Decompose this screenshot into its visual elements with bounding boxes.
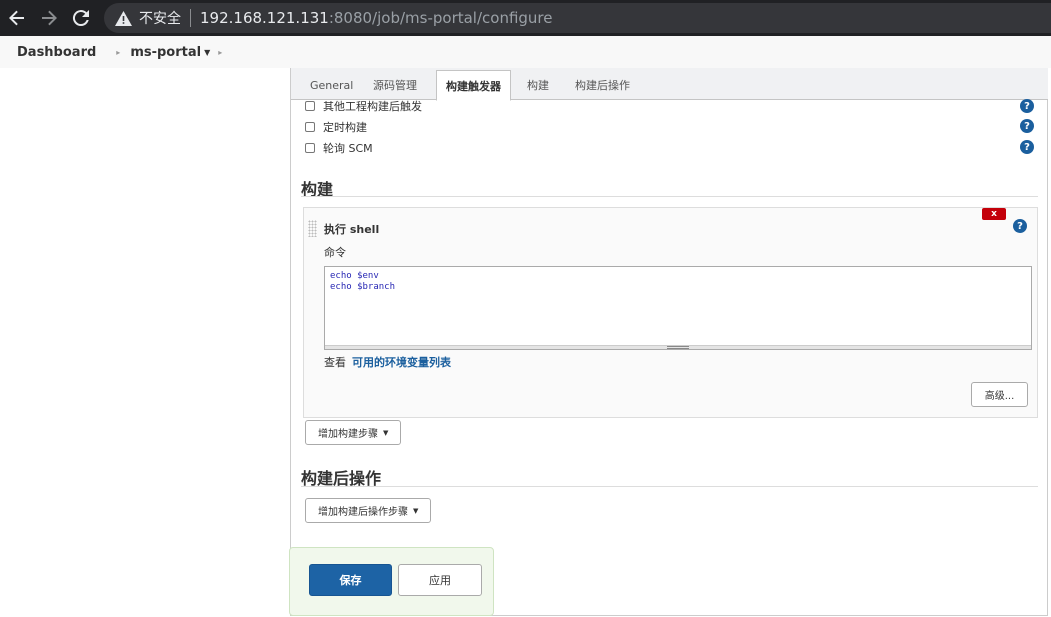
command-text[interactable]: echo $env echo $branch xyxy=(330,271,395,293)
drag-handle-icon[interactable] xyxy=(308,220,317,237)
chevron-down-icon[interactable]: ▼ xyxy=(204,48,210,57)
section-divider xyxy=(301,486,1038,487)
help-icon[interactable]: ? xyxy=(1020,99,1034,113)
trigger-label: 轮询 SCM xyxy=(323,142,373,155)
warning-icon xyxy=(115,10,133,26)
checkbox-poll-scm[interactable] xyxy=(305,143,315,153)
forward-icon[interactable] xyxy=(34,3,64,33)
omnibox-divider xyxy=(190,9,191,27)
build-step-shell: 执行 shell x ? 命令 echo $env echo $branch 查… xyxy=(303,207,1038,418)
textarea-resize-handle[interactable] xyxy=(325,345,1031,349)
trigger-scheduled-build: 定时构建 xyxy=(305,119,367,135)
help-icon[interactable]: ? xyxy=(1020,140,1034,154)
checkbox-scheduled-build[interactable] xyxy=(305,122,315,132)
tab-build-triggers[interactable]: 构建触发器 xyxy=(436,70,511,101)
address-bar[interactable]: 不安全 192.168.121.131:8080/job/ms-portal/c… xyxy=(104,3,1051,33)
help-icon[interactable]: ? xyxy=(1020,119,1034,133)
add-build-step-label: 增加构建步骤 xyxy=(318,429,378,440)
command-label: 命令 xyxy=(324,246,346,259)
reload-icon[interactable] xyxy=(66,3,96,33)
apply-button[interactable]: 应用 xyxy=(398,564,482,596)
form-actions: 保存 应用 xyxy=(289,547,494,616)
breadcrumb: Dashboard ▸ ms-portal ▼ ▸ xyxy=(0,36,1051,68)
breadcrumb-separator-icon: ▸ xyxy=(218,47,223,57)
tab-general[interactable]: General xyxy=(301,70,362,100)
env-vars-link[interactable]: 可用的环境变量列表 xyxy=(352,356,451,369)
tab-scm[interactable]: 源码管理 xyxy=(364,70,426,100)
trigger-label: 定时构建 xyxy=(323,121,367,134)
breadcrumb-separator-icon: ▸ xyxy=(116,47,121,57)
chevron-down-icon: ▼ xyxy=(383,428,389,437)
trigger-label: 其他工程构建后触发 xyxy=(323,100,422,113)
build-step-title: 执行 shell xyxy=(324,223,380,236)
add-post-build-step-button[interactable]: 增加构建后操作步骤 ▼ xyxy=(305,498,432,523)
trigger-after-other-projects: 其他工程构建后触发 xyxy=(305,98,422,114)
tab-build[interactable]: 构建 xyxy=(518,70,558,100)
resize-grip-icon xyxy=(667,346,689,349)
advanced-button[interactable]: 高级... xyxy=(971,382,1028,407)
section-divider xyxy=(301,196,1038,197)
delete-step-button[interactable]: x xyxy=(982,208,1006,220)
url-path: :8080/job/ms-portal/configure xyxy=(328,9,553,27)
breadcrumb-job[interactable]: ms-portal xyxy=(130,45,201,60)
url-host: 192.168.121.131 xyxy=(200,9,329,27)
env-vars-line: 查看 可用的环境变量列表 xyxy=(324,354,451,370)
back-icon[interactable] xyxy=(2,3,32,33)
chevron-down-icon: ▼ xyxy=(413,506,419,515)
command-textarea[interactable]: echo $env echo $branch xyxy=(324,266,1032,350)
browser-toolbar: 不安全 192.168.121.131:8080/job/ms-portal/c… xyxy=(0,0,1051,36)
add-build-step-button[interactable]: 增加构建步骤 ▼ xyxy=(305,420,402,445)
tab-post-build[interactable]: 构建后操作 xyxy=(566,70,639,100)
save-button[interactable]: 保存 xyxy=(309,564,392,596)
breadcrumb-dashboard[interactable]: Dashboard xyxy=(17,45,96,60)
add-post-build-step-label: 增加构建后操作步骤 xyxy=(318,507,408,518)
config-tabs: General 源码管理 构建触发器 构建 构建后操作 xyxy=(291,68,1048,101)
insecure-label: 不安全 xyxy=(139,11,181,27)
checkbox-after-other-projects[interactable] xyxy=(305,101,315,111)
env-vars-prefix: 查看 xyxy=(324,356,346,369)
config-panel: General 源码管理 构建触发器 构建 构建后操作 其他工程构建后触发 ? … xyxy=(290,68,1048,616)
trigger-poll-scm: 轮询 SCM xyxy=(305,140,373,156)
help-icon[interactable]: ? xyxy=(1013,219,1027,233)
